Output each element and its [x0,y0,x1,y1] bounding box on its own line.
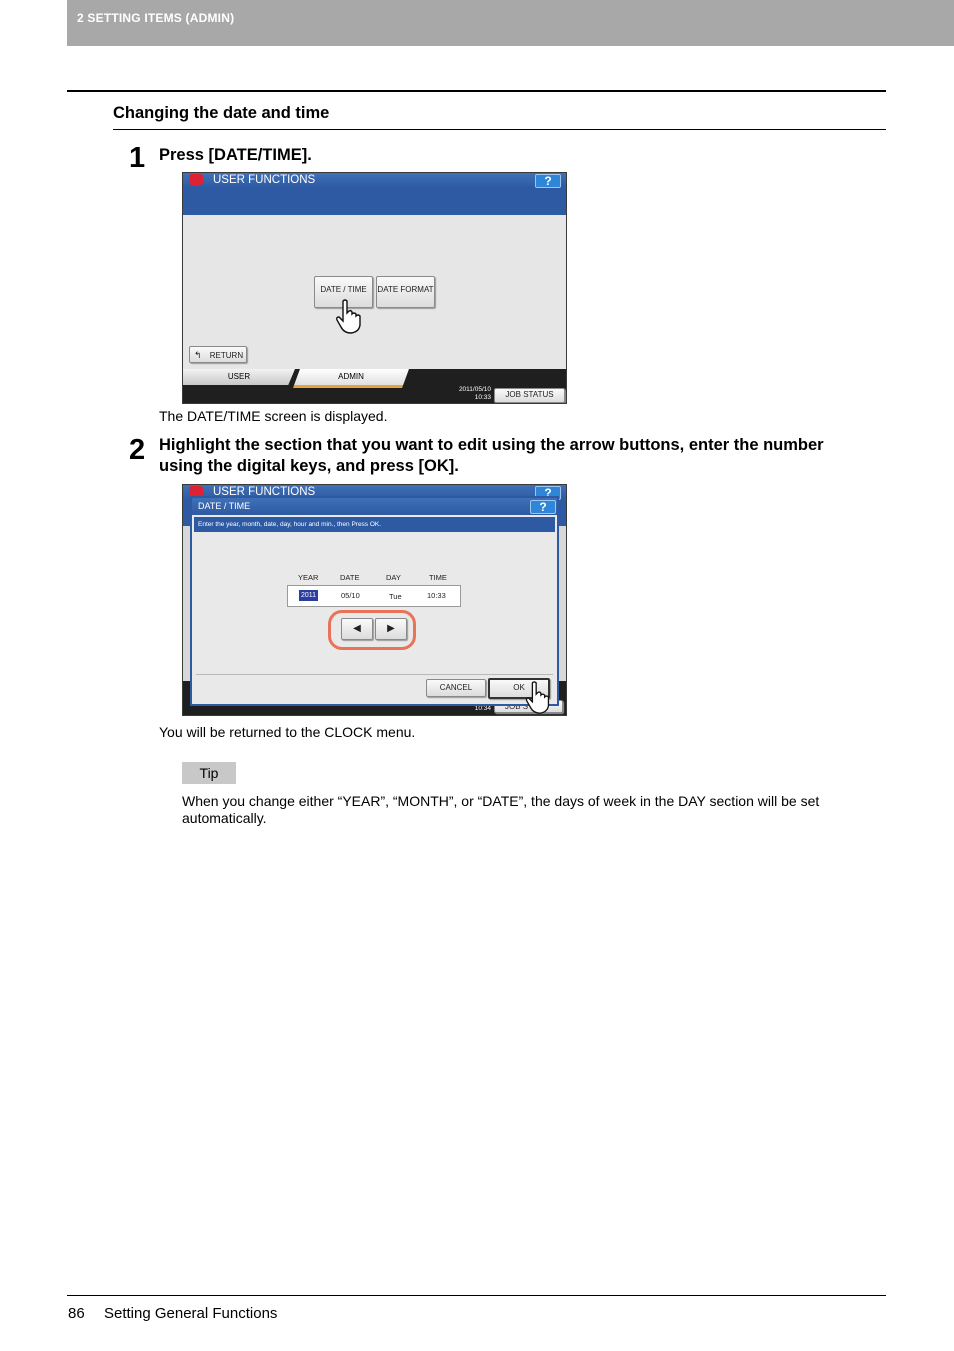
step-2-result: You will be returned to the CLOCK menu. [159,724,416,740]
time-column-header: TIME [429,573,447,582]
footer-rule [67,1295,886,1296]
cancel-button[interactable]: CANCEL [426,679,486,697]
right-arrow-button[interactable]: ▶ [375,618,407,640]
tab-admin[interactable]: ADMIN [293,369,409,388]
job-status-label: JOB STATUS [505,390,554,399]
dialog-divider [196,674,553,675]
section-top-rule [67,90,886,92]
screen-1-title: USER FUNCTIONS [213,174,316,186]
date-format-button-label: DATE FORMAT [377,285,434,294]
right-arrow-icon: ▶ [387,623,395,634]
section-title: Changing the date and time [113,104,330,122]
date-format-button[interactable]: DATE FORMAT [376,276,435,308]
return-button[interactable]: ↰ RETURN [189,346,247,363]
tip-label: Tip [199,765,219,781]
page-number: 86 [68,1305,85,1322]
screen-1-clock: 2011/05/10 10:33 [449,386,491,402]
tab-user-label: USER [227,372,251,381]
step-2-number: 2 [129,434,146,466]
left-arrow-button[interactable]: ◀ [341,618,373,640]
header-section-label: 2 SETTING ITEMS (ADMIN) [77,11,235,25]
help-button[interactable]: ? [535,174,561,188]
date-time-dialog: DATE / TIME ? Enter the year, month, dat… [190,496,559,706]
day-field[interactable]: Tue [389,592,402,601]
step-2-instruction-line-1: Highlight the section that you want to e… [159,436,824,454]
left-arrow-icon: ◀ [353,623,361,634]
screen-1-blue-band [183,188,566,215]
job-status-button[interactable]: JOB STATUS [494,388,565,403]
return-arrow-icon: ↰ [194,350,202,360]
date-time-button-label: DATE / TIME [320,285,367,294]
step-1-number: 1 [129,142,146,174]
step-1-instruction: Press [DATE/TIME]. [159,146,312,164]
footer-title: Setting General Functions [104,1305,278,1322]
screen-1-titlebar: USER FUNCTIONS ? [183,173,566,188]
section-title-rule [113,129,886,130]
time-field[interactable]: 10:33 [427,591,446,600]
tip-text-line-1: When you change either “YEAR”, “MONTH”, … [182,793,820,809]
step-1-result: The DATE/TIME screen is displayed. [159,408,388,424]
pointer-hand-icon [336,299,361,334]
pointer-hand-icon [525,681,550,714]
dialog-titlebar: DATE / TIME ? [192,498,557,515]
date-field[interactable]: 05/10 [341,591,360,600]
tab-user[interactable]: USER [183,369,295,385]
step-2-instruction-line-2: using the digital keys, and press [OK]. [159,457,459,475]
screen-1-date: 2011/05/10 [458,386,491,393]
date-column-header: DATE [340,573,360,582]
user-functions-screen-1: USER FUNCTIONS ? DATE / TIME DATE FORMAT… [182,172,567,404]
dialog-title: DATE / TIME [198,501,251,511]
day-column-header: DAY [386,573,401,582]
machine-icon [189,174,203,185]
return-button-label: RETURN [209,351,244,360]
year-field[interactable]: 2011 [299,590,318,601]
dialog-help-button[interactable]: ? [530,500,556,514]
year-column-header: YEAR [298,573,319,582]
screen-2-bg-time: 10:34 [474,705,491,712]
date-time-screen-2: USER FUNCTIONS ? 10:34 JOB S DATE / TIME… [182,484,567,716]
tab-admin-label: ADMIN [338,372,364,381]
dialog-instruction: Enter the year, month, date, day, hour a… [194,517,555,532]
cancel-button-label: CANCEL [439,683,473,692]
screen-1-time: 10:33 [474,394,491,401]
tip-text-line-2: automatically. [182,810,267,826]
